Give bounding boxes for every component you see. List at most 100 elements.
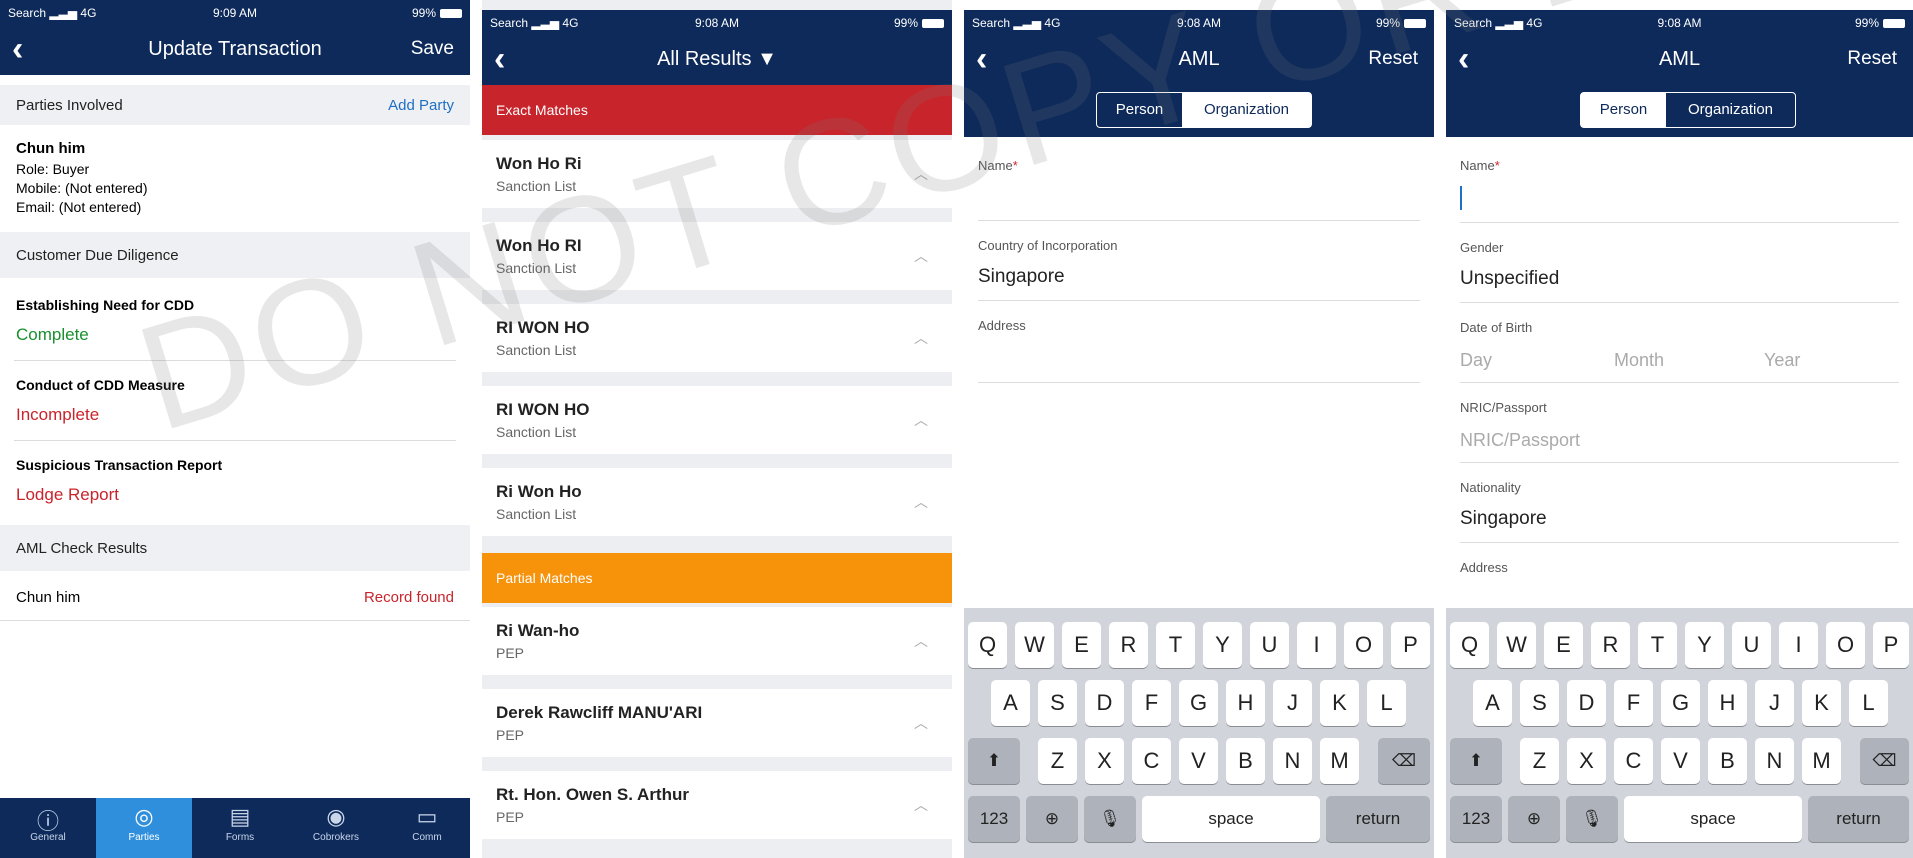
list-item[interactable]: Ri Won Ho Sanction List ︿	[482, 468, 952, 536]
key-e[interactable]: E	[1544, 622, 1583, 668]
key-o[interactable]: O	[1826, 622, 1865, 668]
key-j[interactable]: J	[1755, 680, 1794, 726]
shift-icon[interactable]: ⬆	[968, 738, 1020, 784]
key-r[interactable]: R	[1109, 622, 1148, 668]
microphone-icon[interactable]: 🎙	[1566, 796, 1618, 842]
key-c[interactable]: C	[1614, 738, 1653, 784]
key-o[interactable]: O	[1344, 622, 1383, 668]
name-input[interactable]	[1446, 178, 1913, 218]
key-h[interactable]: H	[1708, 680, 1747, 726]
key-w[interactable]: W	[1497, 622, 1536, 668]
tab-comm[interactable]: ▭ Comm	[384, 798, 470, 858]
key-m[interactable]: M	[1802, 738, 1841, 784]
key-f[interactable]: F	[1614, 680, 1653, 726]
tab-general[interactable]: ⓘ General	[0, 798, 96, 858]
key-f[interactable]: F	[1132, 680, 1171, 726]
key-k[interactable]: K	[1320, 680, 1359, 726]
key-x[interactable]: X	[1567, 738, 1606, 784]
list-item[interactable]: Ri Wan-ho PEP ︿	[482, 607, 952, 675]
key-y[interactable]: Y	[1203, 622, 1242, 668]
segment-organization[interactable]: Organization	[1666, 93, 1795, 127]
nationality-select[interactable]: Singapore	[1460, 508, 1547, 530]
key-x[interactable]: X	[1085, 738, 1124, 784]
key-b[interactable]: B	[1226, 738, 1265, 784]
results-filter-dropdown[interactable]: All Results ▼	[482, 48, 952, 71]
list-item[interactable]: Rt. Hon. Owen S. Arthur PEP ︿	[482, 771, 952, 839]
aml-result-row[interactable]: Chun him Record found	[0, 575, 470, 621]
space-key[interactable]: space	[1624, 796, 1802, 842]
segment-person[interactable]: Person	[1581, 93, 1666, 127]
key-w[interactable]: W	[1015, 622, 1054, 668]
numbers-key[interactable]: 123	[968, 796, 1020, 842]
cdd-item-conduct[interactable]: Conduct of CDD Measure Incomplete	[0, 365, 470, 440]
dob-day-field[interactable]: Day	[1460, 350, 1492, 371]
key-z[interactable]: Z	[1520, 738, 1559, 784]
key-b[interactable]: B	[1708, 738, 1747, 784]
key-g[interactable]: G	[1661, 680, 1700, 726]
list-item[interactable]: Derek Rawcliff MANU'ARI PEP ︿	[482, 689, 952, 757]
key-i[interactable]: I	[1779, 622, 1818, 668]
space-key[interactable]: space	[1142, 796, 1320, 842]
dob-year-field[interactable]: Year	[1764, 350, 1800, 371]
key-h[interactable]: H	[1226, 680, 1265, 726]
key-r[interactable]: R	[1591, 622, 1630, 668]
globe-icon[interactable]: ⊕	[1026, 796, 1078, 842]
key-j[interactable]: J	[1273, 680, 1312, 726]
address-input[interactable]	[964, 338, 1434, 378]
numbers-key[interactable]: 123	[1450, 796, 1502, 842]
key-g[interactable]: G	[1179, 680, 1218, 726]
key-z[interactable]: Z	[1038, 738, 1077, 784]
key-n[interactable]: N	[1755, 738, 1794, 784]
key-v[interactable]: V	[1179, 738, 1218, 784]
key-k[interactable]: K	[1802, 680, 1841, 726]
key-s[interactable]: S	[1038, 680, 1077, 726]
tab-cobrokers[interactable]: ◉ Cobrokers	[288, 798, 384, 858]
party-card[interactable]: Chun him Role: Buyer Mobile: (Not entere…	[0, 130, 470, 225]
lodge-report-link[interactable]: Lodge Report	[16, 485, 119, 505]
backspace-icon[interactable]: ⌫	[1378, 738, 1430, 784]
shift-icon[interactable]: ⬆	[1450, 738, 1502, 784]
key-q[interactable]: Q	[968, 622, 1007, 668]
key-l[interactable]: L	[1367, 680, 1406, 726]
key-c[interactable]: C	[1132, 738, 1171, 784]
key-q[interactable]: Q	[1450, 622, 1489, 668]
key-v[interactable]: V	[1661, 738, 1700, 784]
return-key[interactable]: return	[1326, 796, 1430, 842]
return-key[interactable]: return	[1808, 796, 1909, 842]
country-select[interactable]: Singapore	[978, 266, 1065, 288]
key-t[interactable]: T	[1156, 622, 1195, 668]
backspace-icon[interactable]: ⌫	[1860, 738, 1909, 784]
reset-button[interactable]: Reset	[1847, 48, 1897, 70]
list-item[interactable]: Won Ho Ri Sanction List ︿	[482, 140, 952, 208]
name-input[interactable]	[964, 178, 1434, 218]
save-button[interactable]: Save	[411, 38, 454, 60]
key-d[interactable]: D	[1567, 680, 1606, 726]
key-a[interactable]: A	[991, 680, 1030, 726]
key-p[interactable]: P	[1391, 622, 1430, 668]
key-i[interactable]: I	[1297, 622, 1336, 668]
cdd-item-str[interactable]: Suspicious Transaction Report Lodge Repo…	[0, 445, 470, 520]
key-d[interactable]: D	[1085, 680, 1124, 726]
key-t[interactable]: T	[1638, 622, 1677, 668]
cdd-item-need[interactable]: Establishing Need for CDD Complete	[0, 285, 470, 360]
reset-button[interactable]: Reset	[1368, 48, 1418, 70]
key-s[interactable]: S	[1520, 680, 1559, 726]
key-m[interactable]: M	[1320, 738, 1359, 784]
nric-input[interactable]: NRIC/Passport	[1460, 430, 1580, 451]
key-u[interactable]: U	[1250, 622, 1289, 668]
key-y[interactable]: Y	[1685, 622, 1724, 668]
add-party-button[interactable]: Add Party	[388, 97, 454, 114]
list-item[interactable]: RI WON HO Sanction List ︿	[482, 386, 952, 454]
key-p[interactable]: P	[1873, 622, 1909, 668]
globe-icon[interactable]: ⊕	[1508, 796, 1560, 842]
list-item[interactable]: RI WON HO Sanction List ︿	[482, 304, 952, 372]
key-u[interactable]: U	[1732, 622, 1771, 668]
key-e[interactable]: E	[1062, 622, 1101, 668]
gender-select[interactable]: Unspecified	[1460, 268, 1559, 290]
key-a[interactable]: A	[1473, 680, 1512, 726]
key-l[interactable]: L	[1849, 680, 1888, 726]
tab-parties[interactable]: ◎ Parties	[96, 798, 192, 858]
tab-forms[interactable]: ▤ Forms	[192, 798, 288, 858]
microphone-icon[interactable]: 🎙	[1084, 796, 1136, 842]
segment-person[interactable]: Person	[1097, 93, 1182, 127]
